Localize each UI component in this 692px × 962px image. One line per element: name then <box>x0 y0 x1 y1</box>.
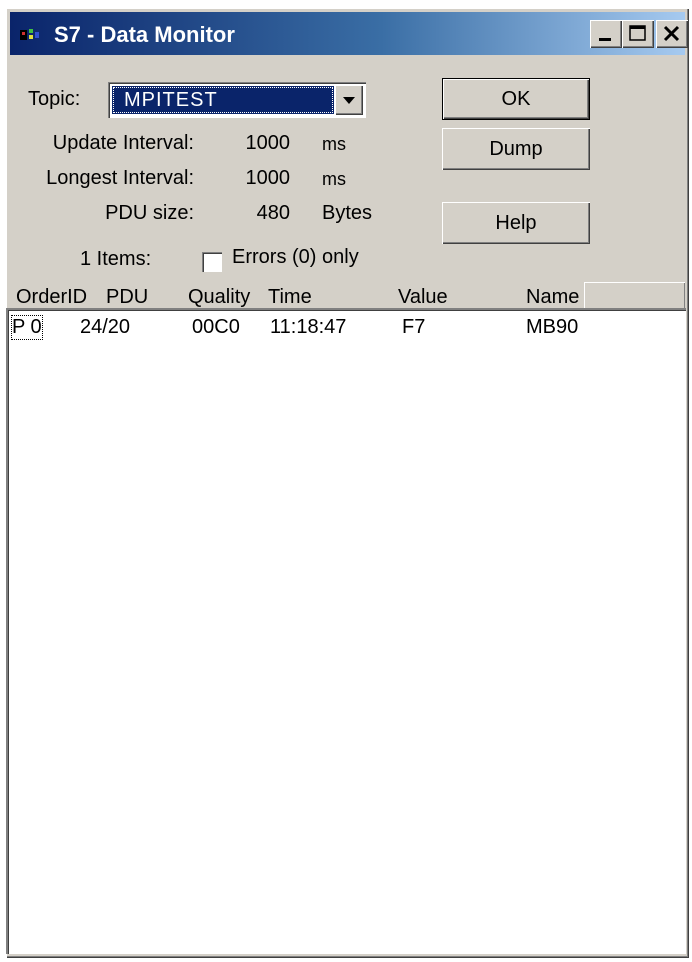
cell-value: F7 <box>402 316 426 338</box>
table-row[interactable]: P 0 24/20 00C0 11:18:47 F7 MB90 <box>6 315 686 342</box>
topic-label: Topic: <box>28 88 81 110</box>
minimize-icon <box>599 38 611 41</box>
data-list[interactable]: P 0 24/20 00C0 11:18:47 F7 MB90 <box>6 308 686 954</box>
topic-dropdown-button[interactable] <box>335 85 363 115</box>
errors-only-checkbox[interactable] <box>202 252 222 272</box>
dump-button[interactable]: Dump <box>442 128 590 170</box>
close-button[interactable] <box>656 20 688 48</box>
update-interval-label: Update Interval: <box>52 132 194 154</box>
errors-only-label[interactable]: Errors (0) only <box>232 246 359 269</box>
cell-orderid: P 0 <box>11 315 43 340</box>
dropdown-arrow-icon <box>343 97 355 104</box>
ok-button[interactable]: OK <box>442 78 590 120</box>
update-interval-unit: ms <box>322 134 346 154</box>
maximize-icon <box>629 25 646 41</box>
app-icon <box>20 29 39 40</box>
close-icon <box>663 25 680 42</box>
pdu-size-label: PDU size: <box>105 202 194 224</box>
topic-value: MPITEST <box>124 89 218 111</box>
title-bar[interactable]: S7 - Data Monitor <box>10 12 688 55</box>
column-header-quality[interactable]: Quality <box>188 286 250 309</box>
minimize-button[interactable] <box>590 20 622 48</box>
items-count: 1 Items: <box>80 248 152 270</box>
column-header-orderid[interactable]: OrderID <box>16 286 87 309</box>
longest-interval-value: 1000 <box>245 167 291 189</box>
maximize-button[interactable] <box>622 20 654 48</box>
cell-pdu: 24/20 <box>80 316 131 338</box>
cell-quality: 00C0 <box>192 316 240 338</box>
topic-selected: MPITEST <box>112 86 334 114</box>
update-interval-value: 1000 <box>245 132 291 154</box>
column-header-time[interactable]: Time <box>268 286 312 309</box>
column-header-pdu[interactable]: PDU <box>106 286 148 309</box>
column-header-value[interactable]: Value <box>398 286 448 309</box>
column-header-name[interactable]: Name <box>526 286 579 309</box>
topic-select[interactable]: MPITEST <box>108 82 366 118</box>
pdu-size-unit: Bytes <box>322 202 373 224</box>
longest-interval-label: Longest Interval: <box>46 167 194 189</box>
cell-name: MB90 <box>526 316 579 338</box>
help-button[interactable]: Help <box>442 202 590 244</box>
pdu-size-value: 480 <box>256 202 290 224</box>
longest-interval-unit: ms <box>322 169 346 189</box>
window-title: S7 - Data Monitor <box>54 22 235 47</box>
cell-time: 11:18:47 <box>270 316 347 338</box>
